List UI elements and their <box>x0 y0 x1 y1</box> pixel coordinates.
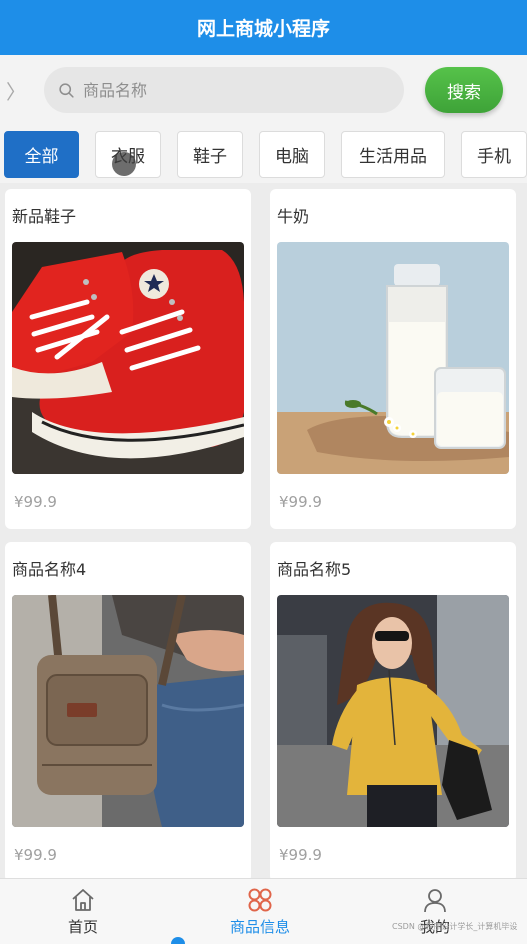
product-card[interactable]: 牛奶 ¥99.9 <box>270 189 516 529</box>
tab-label: 首页 <box>67 918 98 936</box>
home-icon <box>72 889 94 911</box>
product-image-milk[interactable] <box>277 242 509 474</box>
search-button[interactable]: 搜索 <box>425 67 503 113</box>
chevron-right-icon[interactable]: 〉 <box>6 75 26 105</box>
active-tab-indicator <box>171 937 185 944</box>
product-card[interactable]: 商品名称4 ¥99.9 <box>5 542 251 882</box>
search-input[interactable] <box>83 80 383 100</box>
search-icon <box>59 82 74 98</box>
user-icon <box>424 889 446 913</box>
search-bar: 〉 搜索 <box>0 55 527 127</box>
tab-label: 商品信息 <box>229 918 290 936</box>
page-title: 网上商城小程序 <box>196 18 330 40</box>
product-card[interactable]: 新品鞋子 ¥99.9 <box>5 189 251 529</box>
tab-products[interactable]: 商品信息 <box>185 879 335 944</box>
watermark: CSDN @程序设计学长_计算机毕设 <box>392 922 518 931</box>
product-image-sneakers[interactable] <box>12 242 244 474</box>
tab-home[interactable]: 首页 <box>8 879 158 944</box>
category-tab-phones[interactable]: 手机 <box>461 131 527 178</box>
product-image-sweater[interactable] <box>277 595 509 827</box>
product-price: ¥99.9 <box>279 493 322 511</box>
search-field[interactable] <box>44 67 404 113</box>
product-name: 牛奶 <box>277 207 310 226</box>
product-card[interactable]: 商品名称5 ¥99.9 <box>270 542 516 882</box>
tab-mine[interactable]: 我的 <box>360 879 510 944</box>
product-name: 商品名称5 <box>277 560 352 579</box>
product-name: 新品鞋子 <box>12 207 77 226</box>
product-name: 商品名称4 <box>12 560 87 579</box>
product-price: ¥99.9 <box>14 846 57 864</box>
touch-indicator <box>112 152 136 176</box>
category-tab-computers[interactable]: 电脑 <box>259 131 325 178</box>
bottom-tab-bar: 首页 商品信息 我的 <box>0 878 527 944</box>
category-tab-all[interactable]: 全部 <box>4 131 79 178</box>
product-image-bag[interactable] <box>12 595 244 827</box>
category-bar: 全部 衣服 鞋子 电脑 生活用品 手机 <box>0 127 527 183</box>
product-price: ¥99.9 <box>14 493 57 511</box>
grid-icon <box>248 888 272 912</box>
product-price: ¥99.9 <box>279 846 322 864</box>
app-header: 网上商城小程序 <box>0 0 527 55</box>
category-tab-shoes[interactable]: 鞋子 <box>177 131 243 178</box>
category-tab-daily-goods[interactable]: 生活用品 <box>341 131 445 178</box>
